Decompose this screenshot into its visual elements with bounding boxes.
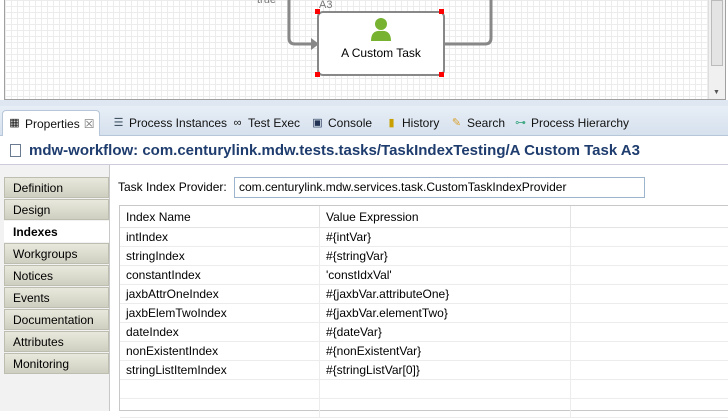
- sidebar-item-workgroups[interactable]: Workgroups: [4, 243, 109, 264]
- tab-label: Console: [328, 116, 373, 130]
- tab-process-hierarchy[interactable]: ⊶ Process Hierarchy: [514, 110, 629, 136]
- empty-cell: [571, 304, 728, 323]
- empty-cell: [571, 342, 728, 361]
- selection-handle[interactable]: [315, 72, 320, 77]
- properties-icon: ▦: [9, 117, 20, 129]
- selection-handle[interactable]: [315, 9, 320, 14]
- sidebar-item-attributes[interactable]: Attributes: [4, 331, 109, 352]
- value-expression-cell[interactable]: #{intVar}: [320, 228, 571, 247]
- tab-properties[interactable]: ▦ Properties ☒: [2, 110, 101, 136]
- tab-label: Process Instances: [129, 116, 228, 130]
- sidebar-item-design[interactable]: Design: [4, 199, 109, 220]
- index-name-cell[interactable]: stringIndex: [120, 247, 320, 266]
- close-icon[interactable]: ☒: [84, 117, 95, 131]
- table-row[interactable]: jaxbAttrOneIndex #{jaxbVar.attributeOne}: [120, 285, 728, 304]
- scroll-down-arrow[interactable]: ▼: [713, 89, 720, 96]
- value-expression-cell[interactable]: 'constIdxVal': [320, 266, 571, 285]
- activity-node[interactable]: A Custom Task: [317, 11, 445, 76]
- value-expression-cell[interactable]: #{dateVar}: [320, 323, 571, 342]
- index-name-cell[interactable]: constantIndex: [120, 266, 320, 285]
- table-row[interactable]: nonExistentIndex #{nonExistentVar}: [120, 342, 728, 361]
- tab-label: Properties: [25, 116, 80, 131]
- index-name-cell[interactable]: dateIndex: [120, 323, 320, 342]
- value-expression-cell[interactable]: [320, 399, 571, 418]
- empty-cell: [571, 399, 728, 418]
- properties-panel: mdw-workflow: com.centurylink.mdw.tests.…: [0, 136, 728, 418]
- table-row[interactable]: stringIndex #{stringVar}: [120, 247, 728, 266]
- property-sections: Definition Design Indexes Workgroups Not…: [0, 165, 110, 411]
- sidebar-item-definition[interactable]: Definition: [4, 177, 109, 198]
- list-icon: ☰: [113, 116, 124, 129]
- tab-console[interactable]: ▣ Console: [311, 110, 372, 136]
- sidebar-item-indexes[interactable]: Indexes: [4, 221, 109, 242]
- table-row[interactable]: [120, 380, 728, 399]
- vertical-scrollbar[interactable]: ▼: [708, 0, 725, 99]
- empty-cell: [571, 266, 728, 285]
- table-row[interactable]: constantIndex'constIdxVal': [120, 266, 728, 285]
- glasses-icon: ∞: [233, 116, 242, 129]
- scroll-thumb[interactable]: [711, 0, 723, 66]
- column-header-index-name[interactable]: Index Name: [120, 206, 320, 228]
- index-name-cell[interactable]: [120, 399, 320, 418]
- index-name-cell[interactable]: stringListItemIndex: [120, 361, 320, 380]
- tab-label: Search: [467, 116, 506, 130]
- index-name-cell[interactable]: [120, 380, 320, 399]
- panel-title-text: mdw-workflow: com.centurylink.mdw.tests.…: [29, 142, 640, 159]
- tab-search[interactable]: ✎ Search: [450, 110, 505, 136]
- empty-cell: [571, 247, 728, 266]
- selection-handle[interactable]: [439, 9, 444, 14]
- table-row[interactable]: jaxbElemTwoIndex #{jaxbVar.elementTwo}: [120, 304, 728, 323]
- view-tab-bar: ▦ Properties ☒ ☰ Process Instances ∞ Test Ex…: [0, 106, 728, 136]
- value-expression-cell[interactable]: #{stringVar}: [320, 247, 571, 266]
- sidebar-item-monitoring[interactable]: Monitoring: [4, 353, 109, 374]
- index-name-cell[interactable]: nonExistentIndex: [120, 342, 320, 361]
- column-header-value-expression[interactable]: Value Expression: [320, 206, 571, 228]
- console-icon: ▣: [312, 116, 323, 129]
- provider-input[interactable]: com.centurylink.mdw.services.task.Custom…: [234, 177, 645, 198]
- tab-label: History: [402, 116, 440, 130]
- table-row[interactable]: dateIndex #{dateVar}: [120, 323, 728, 342]
- selection-handle[interactable]: [439, 72, 444, 77]
- tab-history[interactable]: ▮ History: [385, 110, 439, 136]
- empty-cell: [571, 361, 728, 380]
- value-expression-cell[interactable]: [320, 380, 571, 399]
- page-title: mdw-workflow: com.centurylink.mdw.tests.…: [10, 142, 640, 159]
- tab-label: Test Exec: [248, 116, 301, 130]
- index-name-cell[interactable]: jaxbAttrOneIndex: [120, 285, 320, 304]
- activity-id: A3: [319, 0, 333, 11]
- empty-cell: [571, 285, 728, 304]
- column-header-filler: [571, 206, 728, 228]
- history-icon: ▮: [388, 116, 395, 129]
- tab-process-instances[interactable]: ☰ Process Instances: [112, 110, 227, 136]
- activity-name: A Custom Task: [341, 46, 421, 60]
- sidebar-item-documentation[interactable]: Documentation: [4, 309, 109, 330]
- hierarchy-icon: ⊶: [515, 116, 526, 129]
- tab-test-exec[interactable]: ∞ Test Exec: [231, 110, 300, 136]
- value-expression-cell[interactable]: #{nonExistentVar}: [320, 342, 571, 361]
- tab-label: Process Hierarchy: [531, 116, 630, 130]
- index-name-cell[interactable]: intIndex: [120, 228, 320, 247]
- document-icon: [10, 144, 21, 157]
- sidebar-item-events[interactable]: Events: [4, 287, 109, 308]
- provider-label: Task Index Provider:: [118, 180, 227, 194]
- value-expression-cell[interactable]: #{stringListVar[0]}: [320, 361, 571, 380]
- empty-cell: [571, 323, 728, 342]
- user-icon: [371, 18, 391, 41]
- index-name-cell[interactable]: jaxbElemTwoIndex: [120, 304, 320, 323]
- empty-cell: [571, 380, 728, 399]
- process-canvas[interactable]: true A3 A Custom Task ▼: [4, 0, 726, 100]
- search-icon: ✎: [451, 116, 462, 129]
- table-row[interactable]: [120, 399, 728, 418]
- empty-cell: [571, 228, 728, 247]
- table-row[interactable]: intIndex #{intVar}: [120, 228, 728, 247]
- value-expression-cell[interactable]: #{jaxbVar.elementTwo}: [320, 304, 571, 323]
- table-row[interactable]: stringListItemIndex #{stringListVar[0]}: [120, 361, 728, 380]
- indexes-table: Index Name Value Expression intIndex #{in…: [119, 205, 728, 418]
- value-expression-cell[interactable]: #{jaxbVar.attributeOne}: [320, 285, 571, 304]
- sidebar-item-notices[interactable]: Notices: [4, 265, 109, 286]
